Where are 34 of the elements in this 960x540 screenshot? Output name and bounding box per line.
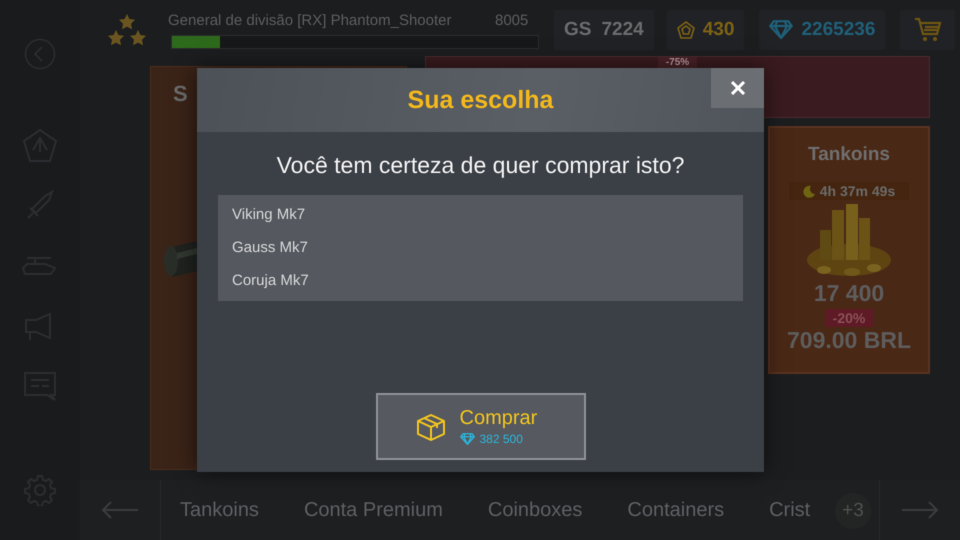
rank-name: General de divisão [RX] Phantom_Shooter (168, 12, 452, 28)
diamond-icon (769, 20, 794, 40)
coin-counter[interactable]: 430 (666, 10, 744, 50)
cart-button[interactable] (900, 10, 956, 50)
close-icon (730, 81, 744, 95)
diamond-counter[interactable]: 2265236 (759, 10, 886, 50)
price-label: 709.00 BRL (786, 327, 911, 354)
experience-value: 8005 (495, 12, 530, 28)
left-arrow-icon[interactable] (101, 500, 139, 520)
gear-score: GS 7224 (554, 10, 654, 50)
stars-icon (108, 14, 146, 46)
category-tab[interactable]: Crist (769, 498, 810, 522)
moon-icon (802, 184, 816, 198)
category-tab[interactable]: Conta Premium (304, 498, 443, 522)
discount-label: -75% (658, 57, 698, 68)
box-icon (416, 412, 446, 442)
confirm-question: Você tem certeza de quer comprar isto? (276, 152, 686, 179)
offer-title: S (172, 80, 189, 107)
timer-label: 4h 37m 49s (788, 182, 910, 200)
category-tab[interactable]: Containers (627, 498, 724, 522)
close-button[interactable] (711, 68, 764, 108)
buy-button[interactable]: Comprar 382 500 (376, 393, 586, 460)
coin-amount: 17 400 (814, 280, 884, 307)
cart-icon (914, 17, 942, 43)
card-title: Tankoins (808, 144, 890, 166)
item-name: Gauss Mk7 (231, 238, 309, 258)
pentagon-icon (676, 21, 695, 39)
right-arrow-icon[interactable] (901, 500, 939, 520)
category-tab[interactable]: Coinboxes (488, 498, 582, 522)
dialog-title: Sua escolha (408, 86, 554, 114)
item-name: Viking Mk7 (231, 205, 306, 225)
diamond-icon (460, 433, 474, 445)
category-tab[interactable]: Tankoins (180, 498, 259, 522)
item-name: Coruja Mk7 (231, 271, 310, 291)
